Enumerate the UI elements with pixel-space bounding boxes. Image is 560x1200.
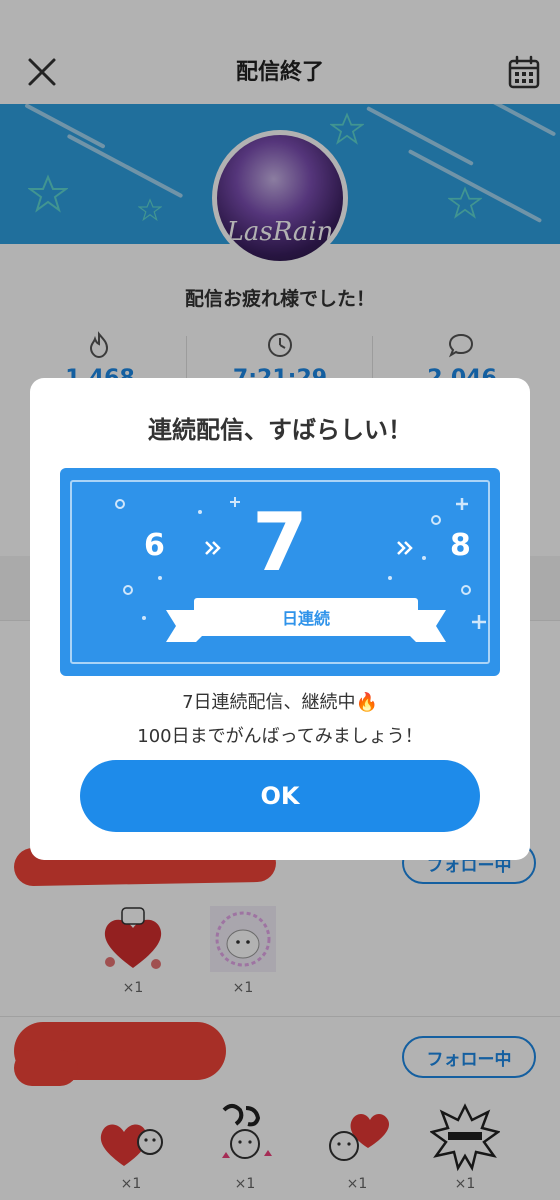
next-day-count: 8: [450, 528, 471, 563]
double-chevron-right-icon: [397, 541, 413, 555]
current-day-count: 7: [252, 496, 308, 589]
streak-goal-text: 100日までがんばってみましょう！: [137, 726, 423, 747]
streak-status-text: 7日連続配信、継続中🔥: [182, 692, 378, 713]
streak-ribbon: 日連続: [194, 598, 418, 636]
ok-button[interactable]: OK: [80, 760, 480, 832]
modal-title: 連続配信、すばらしい！: [148, 416, 412, 444]
streak-card: 6 7 8 日連続: [60, 468, 500, 676]
streak-modal: 連続配信、すばらしい！ 6 7 8 日連続 7日連続配信、継続中🔥 100日まで…: [30, 378, 530, 860]
